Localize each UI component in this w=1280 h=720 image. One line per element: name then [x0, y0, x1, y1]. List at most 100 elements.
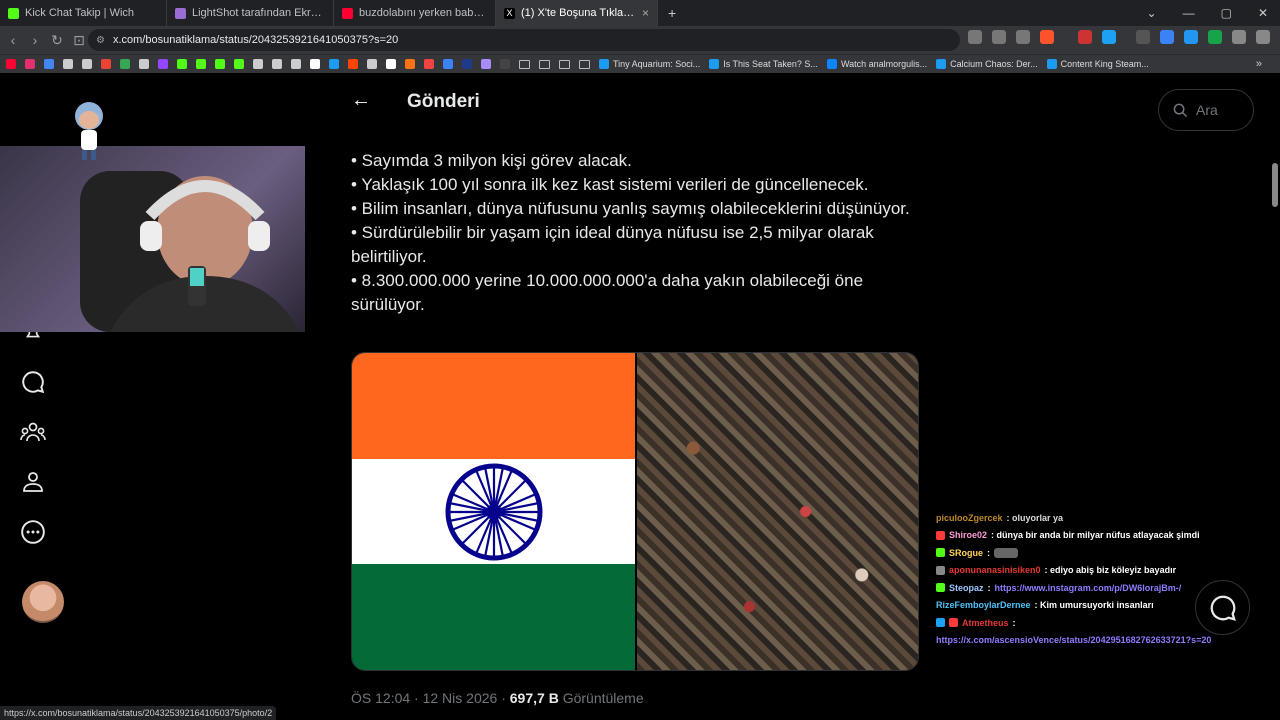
bookmark-label: Tiny Aquarium: Soci... — [613, 59, 701, 69]
x-bookmark-icon[interactable] — [310, 59, 320, 69]
kick-bookmark-icon[interactable] — [196, 59, 206, 69]
extension-icon[interactable] — [1184, 30, 1198, 44]
reload-icon[interactable]: ↻ — [46, 32, 68, 49]
crowded-street-image[interactable] — [637, 353, 918, 670]
bookmark-icon[interactable]: ⊡ — [68, 32, 90, 49]
minimize-button[interactable]: — — [1183, 6, 1195, 20]
view-count: 697,7 B — [509, 690, 559, 706]
bookmark-icon[interactable] — [139, 59, 149, 69]
chat-message: Shiroe02: dünya bir anda bir milyar nüfu… — [936, 527, 1236, 545]
bookmark-icon[interactable] — [44, 59, 54, 69]
drive-bookmark-icon[interactable] — [120, 59, 130, 69]
kick-bookmark-icon[interactable] — [215, 59, 225, 69]
chat-message: aponunanasinisiken0: ediyo abiş biz köle… — [936, 562, 1236, 580]
chat-text: : dünya bir anda bir milyar nüfus atlaya… — [991, 530, 1200, 541]
chat-username: piculooZgercek — [936, 512, 1003, 523]
browser-toolbar: ‹ › ↻ ⊡ ⚙ x.com/bosunatiklama/status/204… — [0, 26, 1280, 54]
bookmark-icon[interactable] — [367, 59, 377, 69]
tab-search-icon[interactable]: ⌄ — [1147, 6, 1157, 20]
extension-icon[interactable] — [1160, 30, 1174, 44]
search-input[interactable]: Ara — [1158, 89, 1254, 131]
webcam-overlay — [0, 146, 305, 332]
brave-shield-icon[interactable] — [1040, 30, 1054, 44]
back-icon[interactable]: ‹ — [2, 32, 24, 48]
bookmark-icon[interactable] — [462, 59, 472, 69]
chat-badge-icon — [936, 618, 945, 628]
bookmark-item[interactable]: Content King Steam... — [1046, 59, 1149, 69]
chat-text: : — [987, 582, 991, 593]
folder-icon[interactable] — [519, 59, 530, 69]
chat-message: SRogue: — [936, 544, 1236, 562]
bookmark-icon[interactable] — [424, 59, 434, 69]
back-arrow-icon[interactable]: ← — [351, 89, 371, 112]
extension-icon[interactable] — [1208, 30, 1222, 44]
bookmark-icon[interactable] — [82, 59, 92, 69]
site-info-icon[interactable]: ⚙ — [96, 35, 105, 46]
chat-link[interactable]: https://x.com/ascensioVence/status/20429… — [936, 635, 1211, 645]
gmail-bookmark-icon[interactable] — [101, 59, 111, 69]
bookmark-icon[interactable] — [253, 59, 263, 69]
bookmark-item[interactable]: Watch analmorgulis... — [826, 59, 928, 69]
bookmark-icon[interactable] — [500, 59, 510, 69]
folder-icon[interactable] — [539, 59, 550, 69]
share-icon[interactable] — [1016, 30, 1030, 44]
page-scrollbar[interactable] — [1272, 163, 1278, 207]
close-window-button[interactable]: ✕ — [1258, 6, 1268, 20]
bookmark-icon[interactable] — [272, 59, 282, 69]
sidebar-icon[interactable] — [1256, 30, 1270, 44]
browser-tab-active[interactable]: X (1) X'te Boşuna Tıklama: "1.500.0 × — [496, 0, 658, 26]
cast-icon[interactable] — [968, 30, 982, 44]
browser-tab[interactable]: LightShot tarafından Ekran Görüntüsü — [167, 0, 334, 26]
youtube-bookmark-icon[interactable] — [6, 59, 16, 69]
india-flag-image[interactable] — [352, 353, 635, 670]
post-header: ← Gönderi — [337, 73, 922, 129]
address-bar[interactable]: ⚙ x.com/bosunatiklama/status/20432539216… — [88, 29, 960, 51]
tab-close-icon[interactable]: × — [642, 6, 649, 20]
bookmark-icon[interactable] — [405, 59, 415, 69]
bookmark-item[interactable]: Is This Seat Taken? S... — [709, 59, 818, 69]
bookmarks-bar: Tiny Aquarium: Soci... Is This Seat Take… — [0, 54, 1280, 73]
more-bookmarks-icon[interactable]: » — [1256, 58, 1262, 70]
amazon-bookmark-icon[interactable] — [386, 59, 396, 69]
twitch-bookmark-icon[interactable] — [158, 59, 168, 69]
bookmark-item[interactable]: Tiny Aquarium: Soci... — [599, 59, 700, 69]
nav-more[interactable] — [18, 517, 48, 547]
bookmark-favicon-icon — [599, 59, 609, 69]
zoom-icon[interactable] — [992, 30, 1006, 44]
bookmark-icon[interactable] — [481, 59, 491, 69]
bookmark-label: Watch analmorgulis... — [840, 59, 928, 69]
extension-icon[interactable] — [1136, 30, 1150, 44]
puzzle-icon[interactable] — [1232, 30, 1246, 44]
kick-bookmark-icon[interactable] — [234, 59, 244, 69]
post-timestamp[interactable]: ÖS 12:04 · 12 Nis 2026 · — [351, 690, 510, 706]
forward-icon[interactable]: › — [24, 32, 46, 48]
nav-messages[interactable] — [18, 367, 48, 397]
chat-link[interactable]: https://www.instagram.com/p/DW6lorajBm-/ — [995, 583, 1182, 593]
nav-profile[interactable] — [18, 467, 48, 497]
bookmark-icon[interactable] — [443, 59, 453, 69]
folder-icon[interactable] — [559, 59, 570, 69]
extension-icon[interactable] — [1078, 30, 1092, 44]
kick-bookmark-icon[interactable] — [177, 59, 187, 69]
folder-icon[interactable] — [579, 59, 590, 69]
account-avatar[interactable] — [22, 581, 64, 623]
chat-bubble-icon — [1210, 595, 1236, 621]
bookmark-icon[interactable] — [63, 59, 73, 69]
maximize-button[interactable]: ▢ — [1221, 6, 1232, 20]
instagram-bookmark-icon[interactable] — [25, 59, 35, 69]
extension-icon[interactable] — [1102, 30, 1116, 44]
post-meta: ÖS 12:04 · 12 Nis 2026 · 697,7 B Görüntü… — [351, 690, 644, 706]
window-controls: ⌄ — ▢ ✕ — [1147, 0, 1280, 26]
bookmark-icon[interactable] — [329, 59, 339, 69]
chat-badge-icon — [936, 548, 945, 558]
bookmark-item[interactable]: Calcium Chaos: Der... — [936, 59, 1038, 69]
browser-tab[interactable]: Kick Chat Takip | Wich — [0, 0, 167, 26]
character-sticker — [72, 100, 106, 162]
messages-fab[interactable] — [1195, 580, 1250, 635]
browser-tab[interactable]: buzdolabını yerken babaannem mem — [334, 0, 496, 26]
nav-communities[interactable] — [18, 417, 48, 447]
reddit-bookmark-icon[interactable] — [348, 59, 358, 69]
bookmark-icon[interactable] — [291, 59, 301, 69]
chat-badge-icon — [936, 583, 945, 593]
new-tab-button[interactable]: + — [658, 5, 676, 21]
